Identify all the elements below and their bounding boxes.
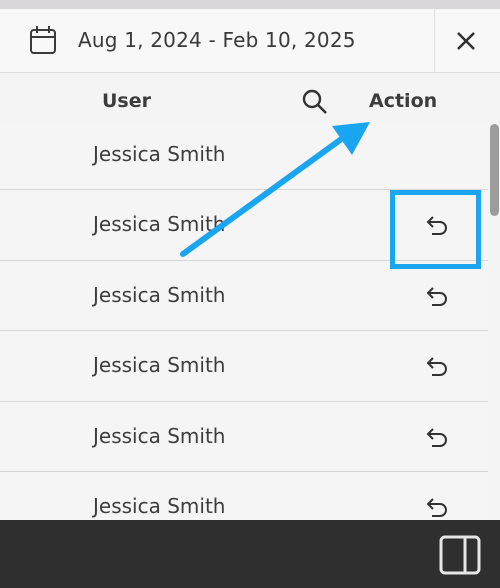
annotation-highlight-box xyxy=(390,190,481,269)
row-user-name: Jessica Smith xyxy=(93,142,226,166)
scrollbar-thumb[interactable] xyxy=(490,124,499,216)
scrollbar[interactable] xyxy=(489,124,500,224)
column-header-action[interactable]: Action xyxy=(369,90,437,112)
column-header-user[interactable]: User xyxy=(102,90,151,112)
date-range-label[interactable]: Aug 1, 2024 - Feb 10, 2025 xyxy=(78,28,356,52)
divider xyxy=(434,9,435,72)
search-icon[interactable] xyxy=(300,87,330,117)
window-top-strip xyxy=(0,0,500,9)
undo-icon[interactable] xyxy=(424,424,450,450)
undo-icon[interactable] xyxy=(424,494,450,520)
table-row[interactable]: Jessica Smith xyxy=(0,331,488,402)
row-user-name: Jessica Smith xyxy=(93,353,226,377)
table-body: Jessica Smith Jessica Smith Jessica Smit… xyxy=(0,122,488,543)
row-user-name: Jessica Smith xyxy=(93,494,226,518)
undo-icon[interactable] xyxy=(424,353,450,379)
row-user-name: Jessica Smith xyxy=(93,282,226,307)
date-range-bar: Aug 1, 2024 - Feb 10, 2025 xyxy=(0,9,500,73)
calendar-icon[interactable] xyxy=(28,24,58,56)
undo-icon[interactable] xyxy=(424,283,450,309)
row-user-name: Jessica Smith xyxy=(93,423,226,448)
side-panel-icon[interactable] xyxy=(438,534,482,576)
bottom-toolbar xyxy=(0,520,500,588)
table-row[interactable]: Jessica Smith xyxy=(0,260,488,331)
row-user-name: Jessica Smith xyxy=(93,212,226,236)
table-row[interactable]: Jessica Smith xyxy=(0,122,488,190)
table-row[interactable]: Jessica Smith xyxy=(0,401,488,472)
close-icon[interactable] xyxy=(452,27,480,55)
